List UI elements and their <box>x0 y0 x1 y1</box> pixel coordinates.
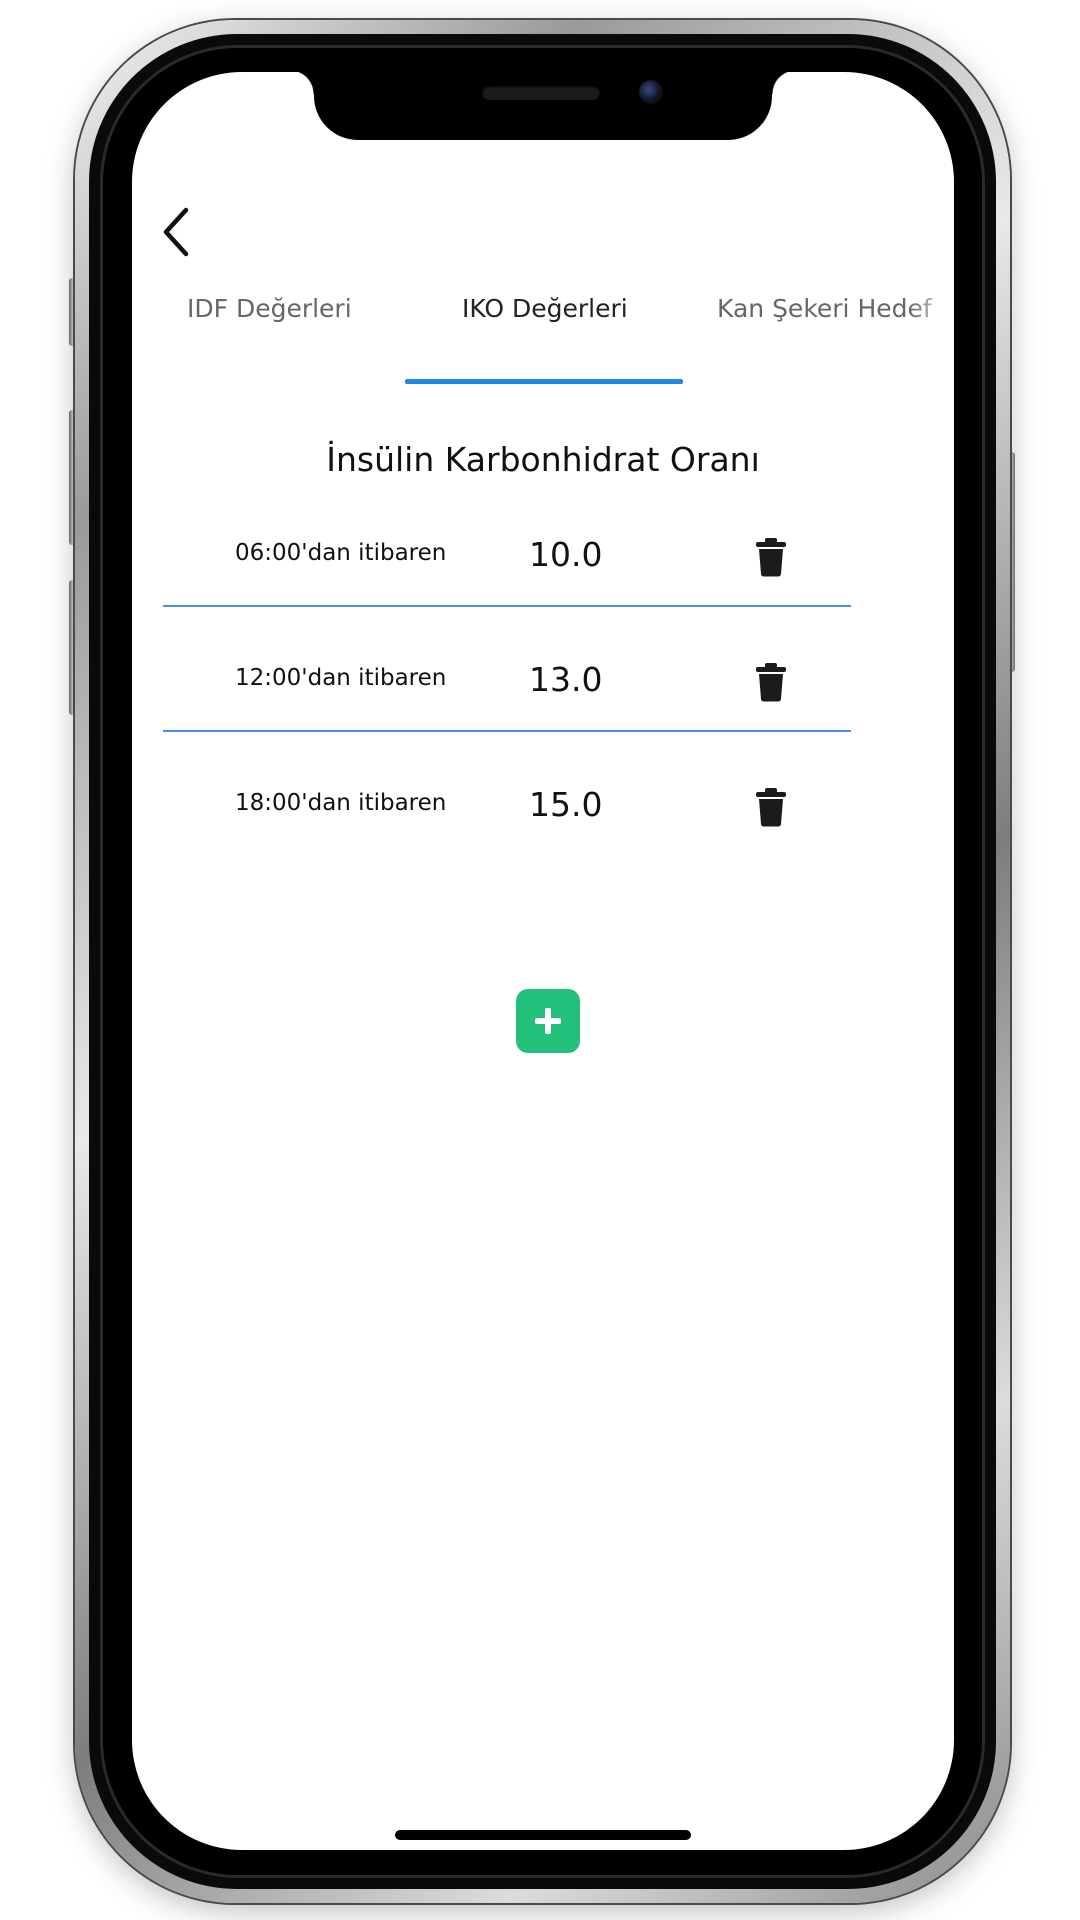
trash-icon <box>756 538 786 577</box>
ratio-value[interactable]: 15.0 <box>529 785 602 824</box>
page-title: İnsülin Karbonhidrat Oranı <box>326 440 760 479</box>
phone-mockup: IDF Değerleri IKO Değerleri Kan Şekeri H… <box>0 0 1080 1920</box>
delete-button[interactable] <box>754 662 788 702</box>
chevron-left-icon <box>163 207 189 257</box>
ratio-value[interactable]: 10.0 <box>529 535 602 574</box>
ratio-row: 18:00'dan itibaren 15.0 <box>163 732 851 855</box>
delete-button[interactable] <box>754 787 788 827</box>
ratio-time-label: 06:00'dan itibaren <box>235 540 447 566</box>
ratio-time-label: 18:00'dan itibaren <box>235 790 447 816</box>
trash-icon <box>756 663 786 702</box>
ratio-time-label: 12:00'dan itibaren <box>235 665 447 691</box>
delete-button[interactable] <box>754 537 788 577</box>
tab-kan-sekeri-hedef[interactable]: Kan Şekeri Hedef <box>717 294 954 364</box>
home-indicator[interactable] <box>395 1830 691 1840</box>
notch <box>290 72 796 140</box>
ratio-row: 06:00'dan itibaren 10.0 <box>163 482 851 607</box>
tab-iko-degerleri[interactable]: IKO Değerleri <box>462 294 628 364</box>
earpiece-speaker <box>482 86 600 100</box>
plus-icon <box>535 1008 561 1034</box>
tab-bar: IDF Değerleri IKO Değerleri Kan Şekeri H… <box>132 294 954 364</box>
app-screen: IDF Değerleri IKO Değerleri Kan Şekeri H… <box>132 72 954 1850</box>
back-button[interactable] <box>154 197 204 267</box>
trash-icon <box>756 788 786 827</box>
active-tab-indicator <box>405 379 683 384</box>
add-ratio-button[interactable] <box>516 989 580 1053</box>
tab-idf-degerleri[interactable]: IDF Değerleri <box>187 294 352 364</box>
ratio-list: 06:00'dan itibaren 10.0 12:00'dan itibar… <box>163 482 851 855</box>
front-camera <box>639 80 663 104</box>
ratio-row: 12:00'dan itibaren 13.0 <box>163 607 851 732</box>
ratio-value[interactable]: 13.0 <box>529 660 602 699</box>
